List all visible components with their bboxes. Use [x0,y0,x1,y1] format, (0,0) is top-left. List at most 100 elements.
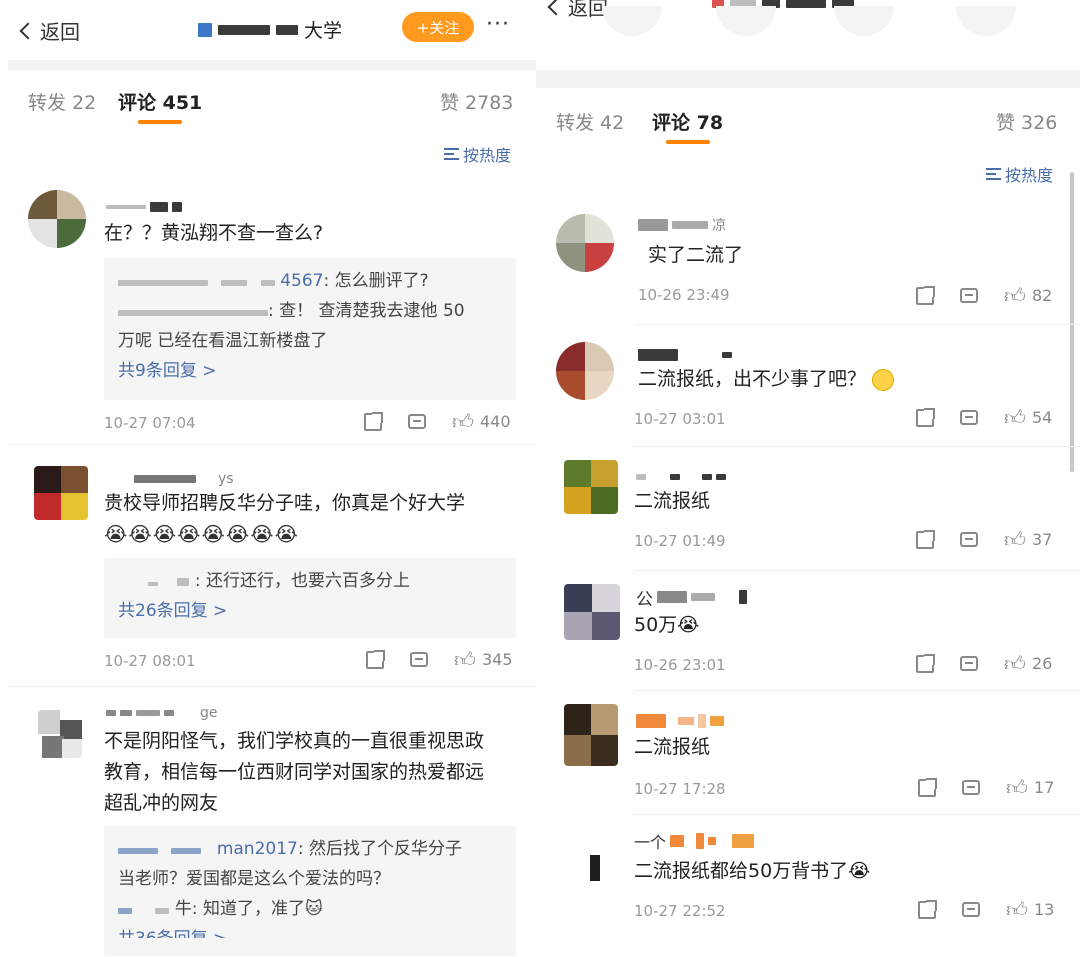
thumbs-up-icon: 👍︎ [1004,527,1026,552]
comment-item: 在？？黄泓翔不查一查么? 4567: 怎么删评了? : 查！ 查清楚我去逮他 5… [8,190,536,450]
share-icon[interactable] [916,407,935,427]
like-button[interactable]: 👍︎ 82 [1004,285,1053,306]
share-icon[interactable] [366,649,385,669]
sort-label: 按热度 [463,146,512,165]
comment-item: ge 不是阴阳怪气，我们学校真的一直很重视思政 教育，相信每一位西财同学对国家的… [8,700,536,957]
sort-by-hot-button[interactable]: 按热度 [444,142,511,166]
reply-icon[interactable] [962,902,980,917]
like-button[interactable]: 👍︎ 13 [1006,899,1055,920]
like-count: 13 [1033,900,1055,919]
commenter-name[interactable]: 一个 [634,832,755,852]
more-menu-button[interactable]: ··· [486,12,510,37]
divider [8,444,536,445]
more-replies-link[interactable]: 共26条回复 > [118,596,502,626]
comment-text: 二流报纸都给50万背书了😭 [634,860,871,882]
commenter-name[interactable] [106,198,182,216]
like-count: 17 [1033,778,1055,797]
comment-text: 二流报纸，出不少事了吧？ [638,364,895,395]
comment-item: 凉 实了二流了 10-26 23:49 👍︎ 82 [536,206,1080,326]
commenter-name[interactable]: 凉 [638,216,726,234]
follow-button[interactable]: +关注 [402,12,474,42]
divider [634,814,1080,815]
tab-likes[interactable]: 赞 326 [996,108,1057,135]
share-icon[interactable] [916,653,935,673]
comment-item: 二流报纸 10-27 01:49 👍︎ 37 [536,456,1080,576]
title-suffix: 大学 [304,20,343,42]
tab-likes[interactable]: 赞 2783 [440,88,513,115]
like-button[interactable]: 👍︎ 17 [1006,775,1055,800]
more-replies-link[interactable]: 共36条回复 > [118,924,502,938]
reply-icon[interactable] [962,780,980,795]
share-icon[interactable] [364,411,383,431]
top-nav-bar: 返回 大学 +关注 ··· [8,0,536,58]
reply-preview[interactable]: : 还行还行，也要六百多分上 共26条回复 > [104,558,516,638]
back-label: 返回 [40,20,80,44]
tab-comments[interactable]: 评论 451 [118,88,202,115]
avatar[interactable] [34,466,88,520]
back-button[interactable]: 返回 [19,16,80,45]
share-icon[interactable] [918,899,937,919]
comment-actions: 👍︎ 13 [918,899,1055,920]
share-icon[interactable] [918,777,937,797]
comment-text: 二流报纸 [634,736,711,758]
more-replies-link[interactable]: 共9条回复 > [118,356,502,386]
reply-line: 万呢 已经在看温江新楼盘了 [118,331,328,351]
comment-time: 10-26 23:49 [638,286,730,304]
reply-icon[interactable] [960,288,978,303]
comment-tabs: 转发 22 评论 451 赞 2783 [8,70,536,130]
share-icon[interactable] [916,285,935,305]
comment-time: 10-27 17:28 [634,780,726,798]
more-menu-button[interactable]: ··· [1030,0,1054,11]
comment-text: 贵校导师招聘反华分子哇，你真是个好大学 [104,492,466,514]
divider [634,570,1080,571]
commenter-name[interactable] [636,468,726,486]
emoji-row: 😭😭😭😭😭😭😭😭 [104,522,299,546]
like-button[interactable]: 👍︎ 54 [1004,407,1052,428]
reply-icon[interactable] [960,532,978,547]
avatar[interactable] [564,704,618,766]
like-button[interactable]: 👍︎ 26 [1004,653,1053,674]
comment-actions: 👍︎ 37 [916,527,1052,552]
like-button[interactable]: 👍︎ 345 [454,649,513,670]
tab-repost[interactable]: 转发 42 [556,108,624,135]
sort-by-hot-button[interactable]: 按热度 [986,162,1053,186]
sort-icon [986,168,1001,180]
reply-icon[interactable] [408,414,426,429]
comment-actions: 👍︎ 54 [916,407,1052,428]
tab-repost[interactable]: 转发 22 [28,88,96,115]
reply-preview[interactable]: man2017: 然后找了个反华分子 当老师？爱国都是这么个爱法的吗？ 牛: 知… [104,826,516,956]
comment-item: ys 贵校导师招聘反华分子哇，你真是个好大学 😭😭😭😭😭😭😭😭 : 还行还行，也… [8,462,536,692]
reply-line: 4567: 怎么删评了? [118,266,502,296]
avatar[interactable] [564,584,620,640]
commenter-name[interactable] [638,346,732,364]
avatar[interactable] [564,460,618,514]
commenter-name[interactable]: 公 [636,588,747,610]
reply-icon[interactable] [960,656,978,671]
comment-actions: 👍︎ 82 [916,285,1053,306]
avatar[interactable] [582,846,608,890]
thumbs-up-icon: 👍︎ [452,409,474,434]
commenter-name[interactable]: ys [134,470,234,488]
share-icon[interactable] [916,529,935,549]
avatar[interactable] [28,190,86,248]
like-button[interactable]: 👍︎ 440 [452,409,511,434]
avatar[interactable] [38,710,82,758]
commenter-name[interactable]: ge [106,704,218,722]
sort-label: 按热度 [1005,166,1054,185]
reply-preview[interactable]: 4567: 怎么删评了? : 查！ 查清楚我去逮他 50 万呢 已经在看温江新楼… [104,258,516,400]
avatar[interactable] [556,342,614,400]
comment-text: 在？？黄泓翔不查一查么? [104,222,324,244]
reply-icon[interactable] [960,410,978,425]
back-button[interactable]: 返回 [547,0,608,21]
comment-item: 二流报纸 10-27 17:28 👍︎ 17 [536,700,1080,820]
like-count: 82 [1031,286,1053,305]
comment-time: 10-27 07:04 [104,414,196,432]
avatar[interactable] [556,214,614,272]
thumbs-up-icon: 👍︎ [1006,775,1028,800]
like-button[interactable]: 👍︎ 37 [1004,527,1052,552]
tab-comments[interactable]: 评论 78 [652,108,723,135]
like-count: 26 [1031,654,1053,673]
comment-item: 二流报纸，出不少事了吧？ 10-27 03:01 👍︎ 54 [536,334,1080,454]
reply-icon[interactable] [410,652,428,667]
commenter-name[interactable] [636,712,724,730]
